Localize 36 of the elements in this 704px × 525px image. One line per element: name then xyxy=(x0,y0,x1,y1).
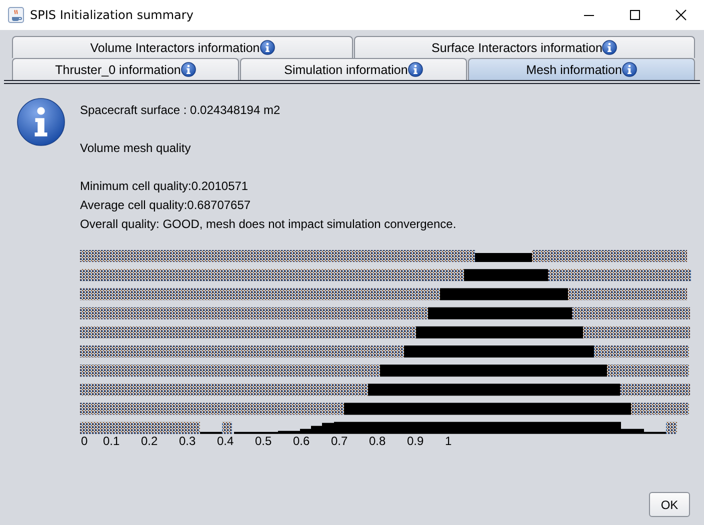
tab[interactable]: Simulation information xyxy=(240,58,467,80)
message-text: Overall quality: GOOD, mesh does not impact simulation convergence. xyxy=(80,217,456,233)
histogram-bar xyxy=(200,432,222,434)
tab[interactable]: Volume Interactors information xyxy=(12,36,353,58)
info-icon xyxy=(602,40,618,55)
axis-label: 1 xyxy=(445,434,453,448)
axis-label: 0.4 xyxy=(217,434,235,448)
message-text: Minimum cell quality:0.2010571 xyxy=(80,179,250,195)
axis-label: 0.8 xyxy=(369,434,387,448)
info-icon xyxy=(260,40,275,55)
tab[interactable]: Mesh information xyxy=(468,58,695,80)
axis-label: 0.5 xyxy=(255,434,273,448)
dotted-band xyxy=(631,402,689,415)
info-icon xyxy=(408,62,423,77)
axis-label: 0.7 xyxy=(331,434,349,448)
axis-label: 0.9 xyxy=(407,434,425,448)
info-icon xyxy=(180,62,196,77)
info-icon xyxy=(17,98,65,146)
ok-button[interactable]: OK xyxy=(649,492,690,517)
message-text: Volume mesh quality xyxy=(80,141,192,157)
histogram-bar xyxy=(475,253,532,262)
dotted-band xyxy=(222,422,232,434)
message-text: Average cell quality:0.68707657 xyxy=(80,198,252,214)
axis-label: 0.2 xyxy=(141,434,159,448)
axis-label: 0.1 xyxy=(103,434,121,448)
window-title: SPIS Initialization summary xyxy=(30,8,194,22)
tab[interactable]: Surface Interactors information xyxy=(354,36,695,58)
tab[interactable]: Thruster_0 information xyxy=(12,58,239,80)
axis-label: 0 xyxy=(81,434,89,448)
info-icon xyxy=(622,62,637,77)
app-icon xyxy=(8,7,24,23)
dotted-band xyxy=(620,384,690,396)
dotted-band xyxy=(666,422,677,434)
axis-label: 0.6 xyxy=(293,434,311,448)
message-text: Spacecraft surface : 0.024348194 m2 xyxy=(80,103,282,119)
axis-label: 0.3 xyxy=(179,434,197,448)
